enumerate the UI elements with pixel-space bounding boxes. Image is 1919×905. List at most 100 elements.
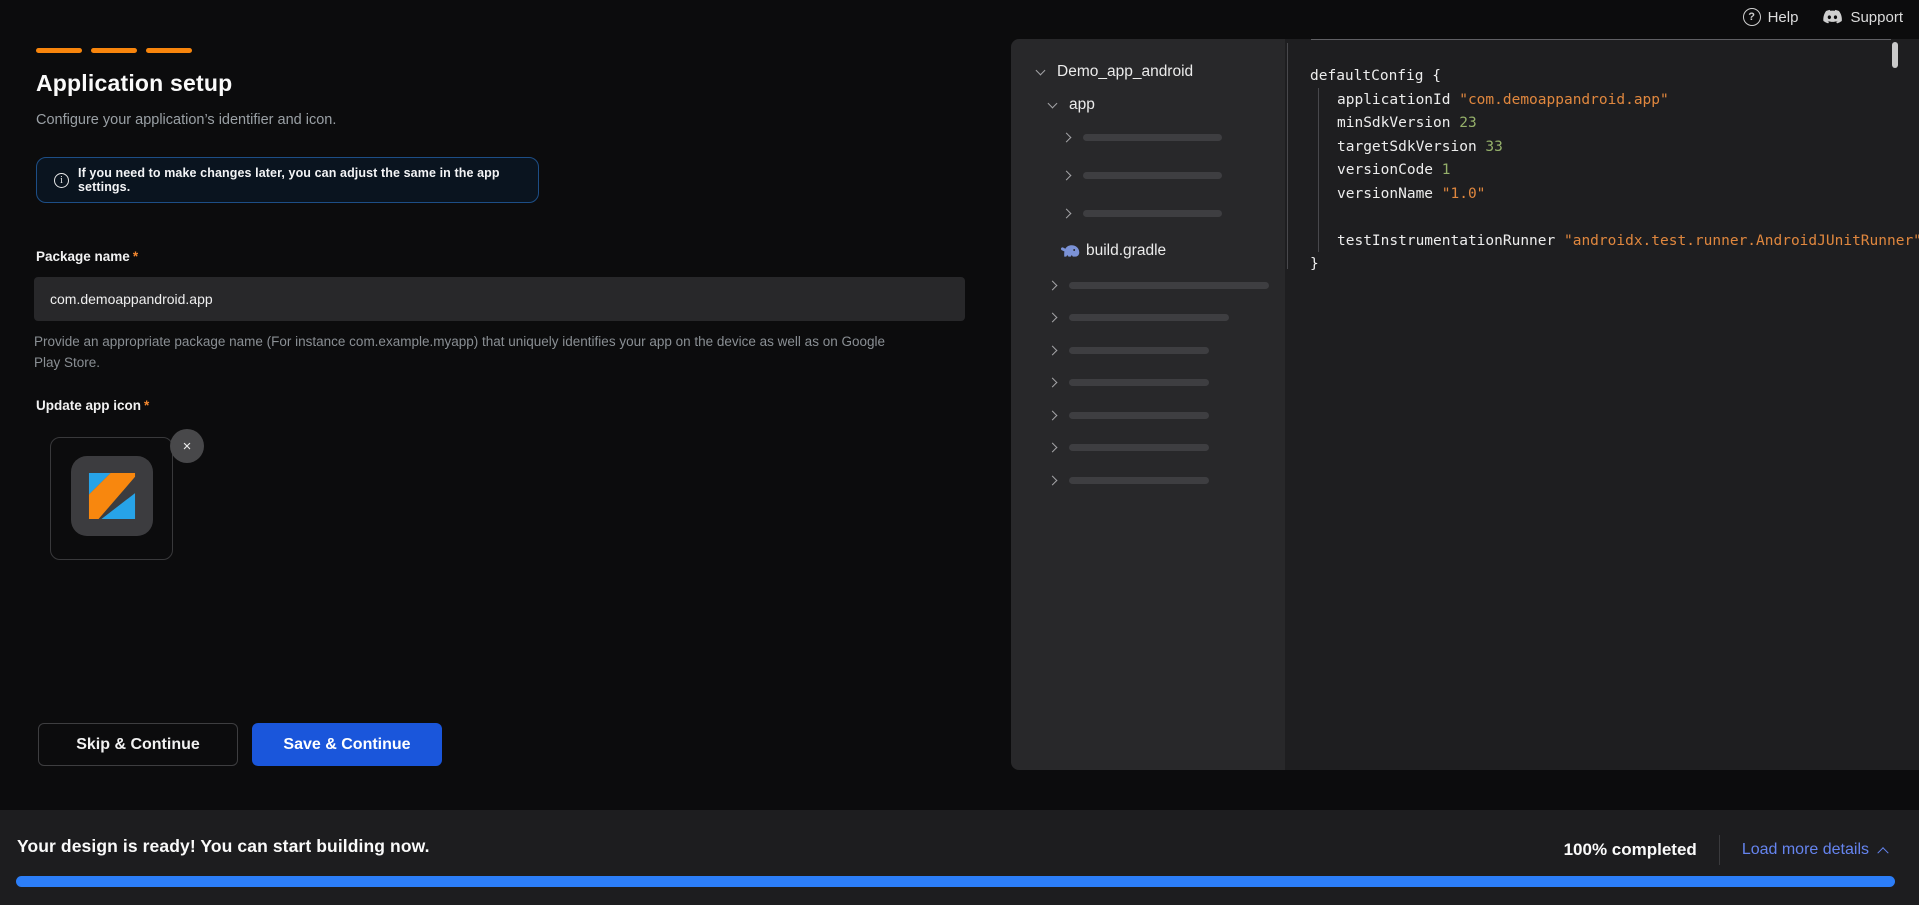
- load-more-details-button[interactable]: Load more details: [1742, 841, 1887, 859]
- tree-item-skeleton[interactable]: [1011, 126, 1285, 148]
- tree-item-skeleton[interactable]: [1011, 404, 1285, 426]
- support-button[interactable]: Support: [1822, 9, 1903, 26]
- chevron-right-icon: [1048, 313, 1058, 323]
- code-token-plain: applicationId: [1337, 92, 1459, 108]
- info-alert-text: If you need to make changes later, you c…: [78, 166, 521, 194]
- skip-continue-button[interactable]: Skip & Continue: [38, 723, 238, 766]
- chevron-right-icon: [1062, 171, 1072, 181]
- code-token-number: 1: [1442, 162, 1451, 178]
- step-dash-3: [146, 48, 192, 53]
- code-token-number: 33: [1485, 139, 1502, 155]
- required-asterisk: *: [144, 398, 149, 413]
- skeleton-placeholder-bar: [1083, 134, 1222, 141]
- required-asterisk: *: [133, 249, 138, 264]
- chevron-up-icon: [1877, 847, 1888, 858]
- code-token-plain: defaultConfig {: [1310, 68, 1441, 84]
- update-app-icon-label: Update app icon*: [36, 398, 149, 413]
- editor-top-border: [1311, 39, 1891, 40]
- page-subtitle: Configure your application’s identifier …: [36, 112, 336, 128]
- skeleton-placeholder-bar: [1069, 347, 1209, 354]
- tree-item-app[interactable]: app: [1011, 94, 1285, 116]
- code-token-string: "1.0": [1442, 186, 1486, 202]
- code-token-plain: versionName: [1337, 186, 1442, 202]
- step-indicator: [36, 48, 192, 53]
- footer-status-bar: Your design is ready! You can start buil…: [0, 810, 1919, 905]
- skeleton-placeholder-bar: [1069, 379, 1209, 386]
- chevron-right-icon: [1048, 443, 1058, 453]
- chevron-right-icon: [1048, 346, 1058, 356]
- page-title: Application setup: [36, 70, 232, 97]
- footer-message: Your design is ready! You can start buil…: [17, 836, 430, 857]
- app-icon-preview: [71, 456, 153, 536]
- code-editor-panel: defaultConfig { applicationId "com.demoap…: [1285, 39, 1919, 770]
- help-icon: ?: [1743, 8, 1761, 26]
- footer-right-group: 100% completed Load more details: [1564, 832, 1887, 868]
- package-name-helper-text: Provide an appropriate package name (For…: [34, 331, 904, 373]
- skeleton-placeholder-bar: [1069, 477, 1209, 484]
- code-token-plain: }: [1310, 256, 1319, 272]
- package-name-label: Package name*: [36, 249, 138, 264]
- app-icon-upload-box[interactable]: [50, 437, 173, 560]
- code-token-string: "com.demoappandroid.app": [1459, 92, 1669, 108]
- top-bar: ? Help Support: [1743, 8, 1903, 26]
- code-line: }: [1310, 252, 1319, 276]
- code-token-plain: versionCode: [1337, 162, 1442, 178]
- chevron-down-icon: [1048, 99, 1058, 109]
- help-button[interactable]: ? Help: [1743, 8, 1799, 26]
- code-line: targetSdkVersion 33: [1337, 135, 1503, 159]
- step-dash-2: [91, 48, 137, 53]
- chevron-right-icon: [1048, 411, 1058, 421]
- progress-percent-label: 100% completed: [1564, 840, 1697, 860]
- indent-guide: [1287, 43, 1288, 269]
- skeleton-placeholder-bar: [1069, 282, 1269, 289]
- chevron-right-icon: [1062, 133, 1072, 143]
- help-label: Help: [1768, 9, 1799, 26]
- tree-item-build.gradle[interactable]: build.gradle: [1011, 240, 1285, 262]
- tree-item-label: build.gradle: [1086, 242, 1166, 260]
- chevron-down-icon: [1036, 66, 1046, 76]
- tree-item-label: Demo_app_android: [1057, 63, 1193, 81]
- tree-item-skeleton[interactable]: [1011, 306, 1285, 328]
- indent-guide: [1318, 88, 1319, 252]
- save-continue-button[interactable]: Save & Continue: [252, 723, 442, 766]
- file-tree-panel: Demo_app_androidapp build.gradle: [1011, 39, 1285, 770]
- gradle-elephant-icon: [1060, 243, 1081, 263]
- remove-app-icon-button[interactable]: ×: [170, 429, 204, 463]
- tree-item-skeleton[interactable]: [1011, 202, 1285, 224]
- code-line: versionName "1.0": [1337, 182, 1485, 206]
- tree-item-skeleton[interactable]: [1011, 339, 1285, 361]
- code-token-plain: testInstrumentationRunner: [1337, 233, 1564, 249]
- chevron-right-icon: [1062, 209, 1072, 219]
- code-line: testInstrumentationRunner "androidx.test…: [1337, 229, 1919, 253]
- tree-item-skeleton[interactable]: [1011, 371, 1285, 393]
- chevron-right-icon: [1048, 378, 1058, 388]
- tree-item-skeleton[interactable]: [1011, 436, 1285, 458]
- step-dash-1: [36, 48, 82, 53]
- code-token-plain: minSdkVersion: [1337, 115, 1459, 131]
- skeleton-placeholder-bar: [1083, 172, 1222, 179]
- package-name-input[interactable]: [34, 277, 965, 321]
- code-token-number: 23: [1459, 115, 1476, 131]
- support-label: Support: [1850, 9, 1903, 26]
- info-icon: i: [54, 173, 69, 188]
- code-line: versionCode 1: [1337, 158, 1451, 182]
- skeleton-placeholder-bar: [1083, 210, 1222, 217]
- skeleton-placeholder-bar: [1069, 314, 1229, 321]
- tree-item-Demo_app_android[interactable]: Demo_app_android: [1011, 61, 1285, 83]
- gradle-elephant-icon: [1060, 243, 1081, 258]
- chevron-right-icon: [1048, 476, 1058, 486]
- tree-item-skeleton[interactable]: [1011, 164, 1285, 186]
- skeleton-placeholder-bar: [1069, 412, 1209, 419]
- tree-item-skeleton[interactable]: [1011, 274, 1285, 296]
- code-token-string: "androidx.test.runner.AndroidJUnitRunner…: [1564, 233, 1919, 249]
- code-line: applicationId "com.demoappandroid.app": [1337, 88, 1669, 112]
- editor-scrollbar-thumb[interactable]: [1892, 42, 1898, 68]
- tree-item-skeleton[interactable]: [1011, 469, 1285, 491]
- skeleton-placeholder-bar: [1069, 444, 1209, 451]
- code-line: minSdkVersion 23: [1337, 111, 1477, 135]
- discord-icon: [1822, 9, 1843, 26]
- progress-bar: [16, 876, 1895, 887]
- chevron-right-icon: [1048, 281, 1058, 291]
- kotlin-logo-icon: [88, 472, 136, 520]
- code-token-plain: targetSdkVersion: [1337, 139, 1485, 155]
